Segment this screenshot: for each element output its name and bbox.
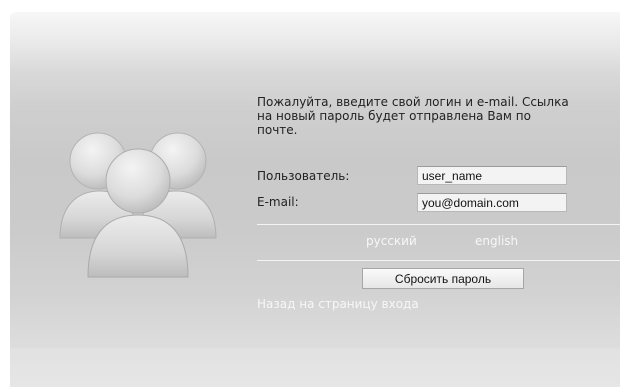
instructions-line-1: Пожалуйта, введите свой логин и e-mail. … (257, 95, 569, 109)
email-label: E-mail: (257, 195, 299, 209)
back-to-login-link[interactable]: Назад на страницу входа (257, 297, 419, 311)
instructions-line-2: на новый пароль будет отправлена Вам по (257, 109, 531, 123)
language-english-link[interactable]: english (475, 234, 518, 248)
password-reset-panel: Пожалуйта, введите свой логин и e-mail. … (10, 12, 620, 387)
instructions-line-3: почте. (257, 123, 298, 137)
divider-top (257, 224, 620, 225)
users-group-icon (59, 132, 217, 278)
email-input[interactable] (417, 193, 567, 212)
reset-password-button[interactable]: Сбросить пароль (362, 268, 524, 289)
language-russian-link[interactable]: русский (366, 234, 417, 248)
username-label: Пользователь: (257, 169, 350, 183)
panel-bottom-band (10, 348, 620, 387)
username-input[interactable] (417, 166, 567, 185)
divider-bottom (257, 260, 620, 261)
instructions-text: Пожалуйта, введите свой логин и e-mail. … (257, 95, 620, 137)
